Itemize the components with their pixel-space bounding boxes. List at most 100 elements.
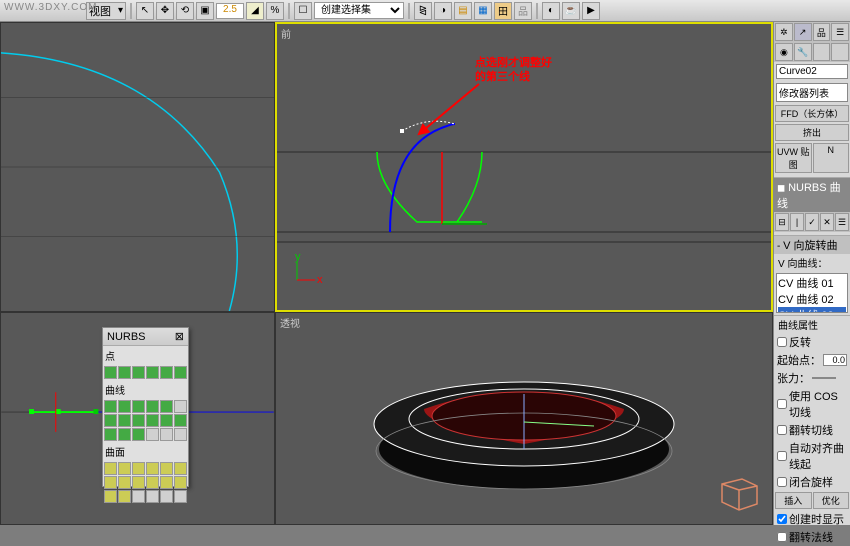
curve-tool-icon[interactable] bbox=[174, 400, 187, 413]
scale-icon[interactable]: ▣ bbox=[196, 2, 214, 20]
lathe-rollout-header[interactable]: - V 向旋转曲 bbox=[774, 236, 850, 254]
list-item[interactable]: CV 曲线 02 bbox=[778, 291, 846, 307]
point-tool-icon[interactable] bbox=[160, 366, 173, 379]
surf-tool-icon[interactable] bbox=[174, 462, 187, 475]
extrude-button[interactable]: 挤出 bbox=[775, 124, 849, 141]
curve-tool-icon[interactable] bbox=[146, 428, 159, 441]
percent-icon[interactable]: % bbox=[266, 2, 284, 20]
surf-tool-icon[interactable] bbox=[146, 476, 159, 489]
pin-stack-icon[interactable]: ⊟ bbox=[775, 213, 789, 231]
curve-tool-icon[interactable] bbox=[174, 428, 187, 441]
realtime-checkbox[interactable] bbox=[777, 514, 787, 524]
point-tool-icon[interactable] bbox=[104, 366, 117, 379]
curve-tool-icon[interactable] bbox=[132, 400, 145, 413]
tab-icon[interactable] bbox=[813, 43, 831, 61]
close-icon[interactable]: ⊠ bbox=[175, 330, 184, 343]
curve-tool-icon[interactable] bbox=[118, 414, 131, 427]
viewport-front[interactable]: 前 y x 点选刚才调整好 的第三个线 bbox=[275, 22, 773, 312]
surf-tool-icon[interactable] bbox=[146, 490, 159, 503]
surf-tool-icon[interactable] bbox=[118, 462, 131, 475]
hierarchy-tab-icon[interactable]: 品 bbox=[813, 23, 831, 41]
uvw-button[interactable]: UVW 贴图 bbox=[775, 143, 812, 173]
curve-tool-icon[interactable] bbox=[160, 414, 173, 427]
curve-tool-icon[interactable] bbox=[104, 400, 117, 413]
mirror-icon[interactable]: ⧎ bbox=[414, 2, 432, 20]
ffd-button[interactable]: FFD（长方体） bbox=[775, 105, 849, 122]
auto-align-checkbox[interactable] bbox=[777, 451, 787, 461]
surf-tool-icon[interactable] bbox=[146, 462, 159, 475]
util-tab-icon[interactable]: 🔧 bbox=[794, 43, 812, 61]
use-cos-checkbox[interactable] bbox=[777, 399, 787, 409]
nurbs-small-button[interactable]: N bbox=[813, 143, 850, 173]
curve-tool-icon[interactable] bbox=[132, 414, 145, 427]
curve-editor-icon[interactable]: 田 bbox=[494, 2, 512, 20]
display-tab-icon[interactable]: ☰ bbox=[831, 23, 849, 41]
align-icon[interactable]: ▤ bbox=[454, 2, 472, 20]
curve-tool-icon[interactable] bbox=[104, 414, 117, 427]
surf-tool-icon[interactable] bbox=[104, 476, 117, 489]
point-tool-icon[interactable] bbox=[174, 366, 187, 379]
surf-tool-icon[interactable] bbox=[160, 462, 173, 475]
list-item[interactable]: CV 曲线 03 bbox=[778, 307, 846, 313]
curve-tool-icon[interactable] bbox=[118, 400, 131, 413]
surf-tool-icon[interactable] bbox=[132, 462, 145, 475]
surf-tool-icon[interactable] bbox=[160, 476, 173, 489]
point-tool-icon[interactable] bbox=[132, 366, 145, 379]
curve-tool-icon[interactable] bbox=[174, 414, 187, 427]
surf-tool-icon[interactable] bbox=[160, 490, 173, 503]
render-icon[interactable]: ▶ bbox=[582, 2, 600, 20]
nurbs-titlebar[interactable]: NURBS ⊠ bbox=[103, 328, 188, 346]
surf-tool-icon[interactable] bbox=[174, 476, 187, 489]
surf-tool-icon[interactable] bbox=[104, 462, 117, 475]
configure-icon[interactable]: ☰ bbox=[835, 213, 849, 231]
modifier-list-dropdown[interactable]: 修改器列表 bbox=[776, 83, 848, 102]
material-editor-icon[interactable]: ◐ bbox=[542, 2, 560, 20]
curve-list[interactable]: CV 曲线 01 CV 曲线 02 CV 曲线 03 ------ 结束 ---… bbox=[776, 273, 848, 313]
curve-tool-icon[interactable] bbox=[146, 414, 159, 427]
render-setup-icon[interactable]: ☕ bbox=[562, 2, 580, 20]
remove-mod-icon[interactable]: ✕ bbox=[820, 213, 834, 231]
curve-tool-icon[interactable] bbox=[146, 400, 159, 413]
spinner-value[interactable]: 2.5 bbox=[216, 3, 244, 19]
curve-tool-icon[interactable] bbox=[160, 400, 173, 413]
viewport-top-left[interactable] bbox=[0, 22, 275, 312]
snap-icon[interactable]: ◢ bbox=[246, 2, 264, 20]
curve-tool-icon[interactable] bbox=[160, 428, 173, 441]
list-item[interactable]: CV 曲线 01 bbox=[778, 275, 846, 291]
create-tab-icon[interactable]: ✲ bbox=[775, 23, 793, 41]
modify-tab-icon[interactable]: ↗ bbox=[794, 23, 812, 41]
surf-tool-icon[interactable] bbox=[104, 490, 117, 503]
viewport-perspective[interactable]: 透视 bbox=[275, 312, 773, 525]
start-point-spinner[interactable]: 0.0 bbox=[823, 354, 847, 366]
layers-icon[interactable]: ▦ bbox=[474, 2, 492, 20]
rotate-icon[interactable]: ⟲ bbox=[176, 2, 194, 20]
reverse-checkbox[interactable] bbox=[777, 337, 787, 347]
select-by-name-icon[interactable]: ☐ bbox=[294, 2, 312, 20]
surf-tool-icon[interactable] bbox=[132, 476, 145, 489]
refine-button[interactable]: 优化 bbox=[813, 492, 850, 509]
nurbs-toolbox[interactable]: NURBS ⊠ 点 曲线 曲面 bbox=[102, 327, 189, 487]
selection-set-dropdown[interactable]: 创建选择集 bbox=[314, 2, 404, 19]
select-icon[interactable]: ↖ bbox=[136, 2, 154, 20]
point-tool-icon[interactable] bbox=[146, 366, 159, 379]
tool-icon-1[interactable]: ◑ bbox=[434, 2, 452, 20]
close-lathe-checkbox[interactable] bbox=[777, 477, 787, 487]
flip-tan-checkbox[interactable] bbox=[777, 425, 787, 435]
schematic-icon[interactable]: 品 bbox=[514, 2, 532, 20]
surf-tool-icon[interactable] bbox=[118, 476, 131, 489]
flip-normals-checkbox[interactable] bbox=[777, 532, 787, 542]
surf-tool-icon[interactable] bbox=[174, 490, 187, 503]
nurbs-stack-item[interactable]: ◼ NURBS 曲线 bbox=[774, 178, 850, 212]
curve-tool-icon[interactable] bbox=[132, 428, 145, 441]
make-unique-icon[interactable]: ✓ bbox=[805, 213, 819, 231]
show-end-icon[interactable]: | bbox=[790, 213, 804, 231]
point-tool-icon[interactable] bbox=[118, 366, 131, 379]
tension-spinner[interactable] bbox=[812, 377, 836, 379]
insert-button[interactable]: 插入 bbox=[775, 492, 812, 509]
object-name-field[interactable]: Curve02 bbox=[776, 64, 848, 79]
curve-tool-icon[interactable] bbox=[118, 428, 131, 441]
tab-icon[interactable] bbox=[831, 43, 849, 61]
curve-tool-icon[interactable] bbox=[104, 428, 117, 441]
move-icon[interactable]: ✥ bbox=[156, 2, 174, 20]
surf-tool-icon[interactable] bbox=[132, 490, 145, 503]
